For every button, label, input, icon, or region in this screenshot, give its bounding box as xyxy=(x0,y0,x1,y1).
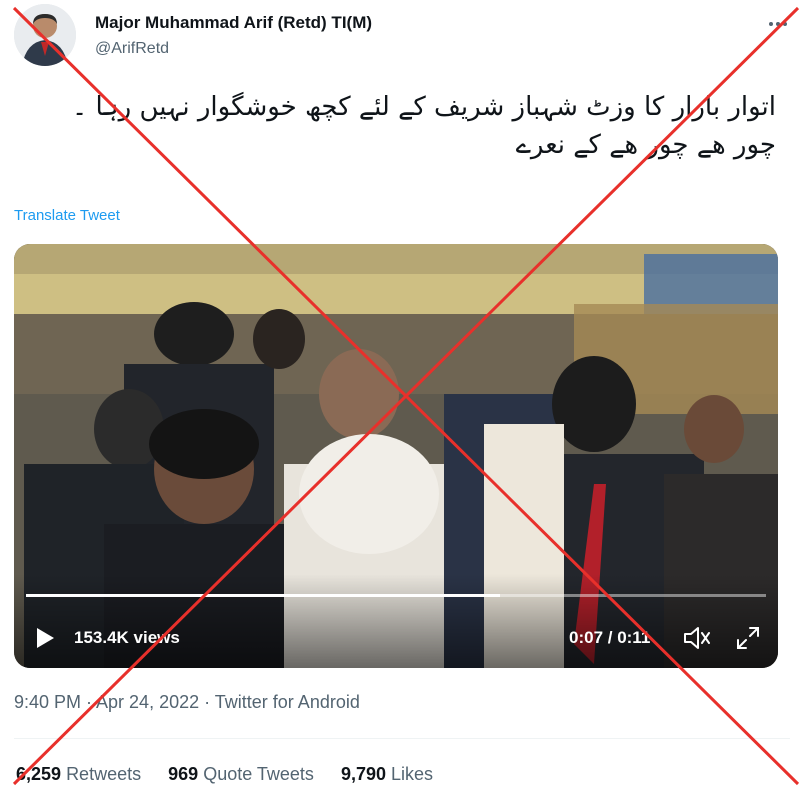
quote-tweets-label: Quote Tweets xyxy=(203,764,314,784)
avatar-image xyxy=(14,4,76,66)
tweet-stats: 6,259 Retweets 969 Quote Tweets 9,790 Li… xyxy=(16,764,455,785)
author-name[interactable]: Major Muhammad Arif (Retd) TI(M) xyxy=(95,13,372,33)
more-icon[interactable] xyxy=(766,12,790,36)
quote-tweets-count: 969 xyxy=(168,764,199,784)
view-count: 153.4K views xyxy=(74,628,180,647)
video-player[interactable]: 153.4K views 0:07 / 0:11 xyxy=(14,244,778,668)
divider xyxy=(14,738,790,739)
likes-count: 9,790 xyxy=(340,764,386,784)
fullscreen-icon[interactable] xyxy=(734,624,762,652)
likes-label: Likes xyxy=(391,764,434,784)
likes-stat[interactable]: 9,790 Likes xyxy=(341,764,433,784)
volume-icon[interactable] xyxy=(682,624,712,652)
translate-tweet-link[interactable]: Translate Tweet xyxy=(14,207,120,224)
tweet-text: اتوار بازار کا وزٹ شہباز شریف کے لئے کچھ… xyxy=(72,92,776,160)
video-frame xyxy=(14,244,778,668)
video-progress-fill xyxy=(26,594,500,597)
retweets-stat[interactable]: 6,259 Retweets xyxy=(16,764,141,784)
retweets-count: 6,259 xyxy=(16,764,62,784)
avatar[interactable] xyxy=(14,4,76,66)
play-icon[interactable] xyxy=(34,626,56,650)
author-handle[interactable]: @ArifRetd xyxy=(95,40,169,58)
retweets-label: Retweets xyxy=(66,764,142,784)
video-progress-bar[interactable] xyxy=(26,594,766,597)
tweet-timestamp[interactable]: 9:40 PM · Apr 24, 2022 · Twitter for And… xyxy=(14,692,360,713)
video-time: 0:07 / 0:11 xyxy=(569,628,651,647)
tweet-header: Major Muhammad Arif (Retd) TI(M) @ArifRe… xyxy=(14,4,790,68)
quote-tweets-stat[interactable]: 969 Quote Tweets xyxy=(168,764,314,784)
